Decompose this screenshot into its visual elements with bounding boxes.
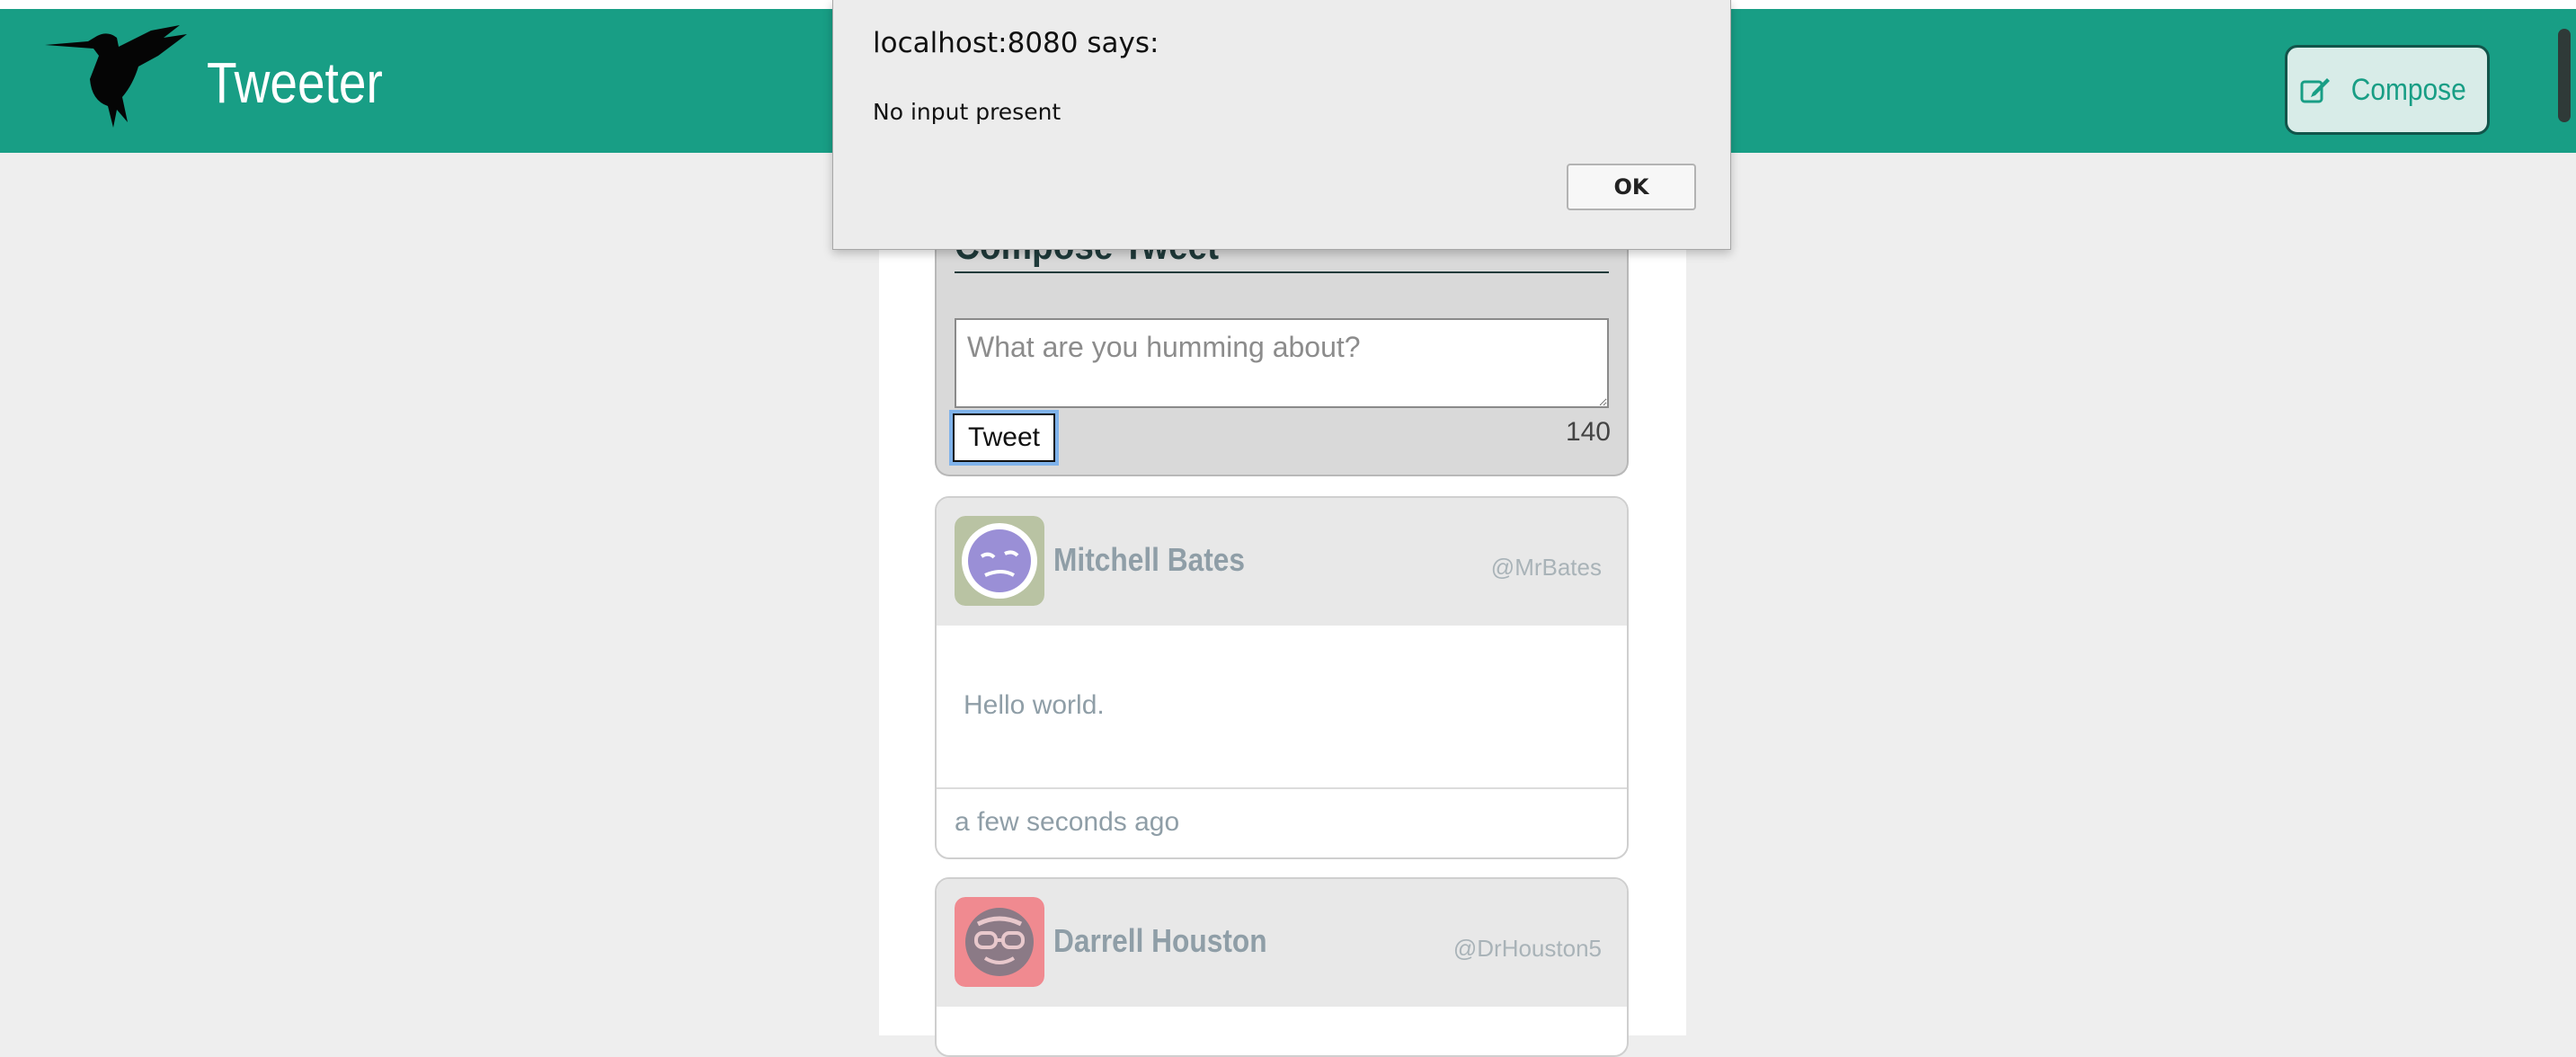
main-container: Compose Tweet Tweet 140 Mitchell Bates @… bbox=[879, 153, 1686, 1057]
tweet-timestamp: a few seconds ago bbox=[955, 807, 1180, 837]
scrollbar-thumb[interactable] bbox=[2558, 29, 2571, 122]
compose-button[interactable]: Compose bbox=[2285, 45, 2490, 135]
dialog-message: No input present bbox=[873, 99, 1061, 125]
user-handle: @DrHouston5 bbox=[1452, 935, 1602, 962]
tweet-header: Mitchell Bates @MrBates bbox=[937, 498, 1627, 626]
character-counter: 140 bbox=[1565, 417, 1611, 447]
tweet-card: Mitchell Bates @MrBates Hello world. a f… bbox=[935, 496, 1629, 859]
tweet-header: Darrell Houston @DrHouston5 bbox=[937, 879, 1627, 1007]
ok-button[interactable]: OK bbox=[1567, 164, 1696, 210]
dialog-title: localhost:8080 says: bbox=[873, 27, 1159, 59]
avatar bbox=[955, 516, 1044, 606]
avatar bbox=[955, 897, 1044, 987]
user-handle: @MrBates bbox=[1490, 554, 1602, 581]
tweet-footer: a few seconds ago bbox=[937, 787, 1627, 857]
tweet-card: Darrell Houston @DrHouston5 bbox=[935, 877, 1629, 1057]
tweet-input[interactable] bbox=[955, 318, 1609, 408]
user-name: Darrell Houston bbox=[1053, 922, 1267, 959]
brand-title: Tweeter bbox=[207, 50, 383, 115]
tweet-button[interactable]: Tweet bbox=[949, 410, 1059, 466]
user-name: Mitchell Bates bbox=[1053, 541, 1246, 578]
edit-icon bbox=[2300, 78, 2331, 103]
tweet-content: Hello world. bbox=[964, 690, 1105, 720]
hummingbird-logo bbox=[45, 25, 187, 128]
alert-dialog: localhost:8080 says: No input present OK bbox=[832, 0, 1731, 250]
compose-label: Compose bbox=[2350, 72, 2467, 107]
